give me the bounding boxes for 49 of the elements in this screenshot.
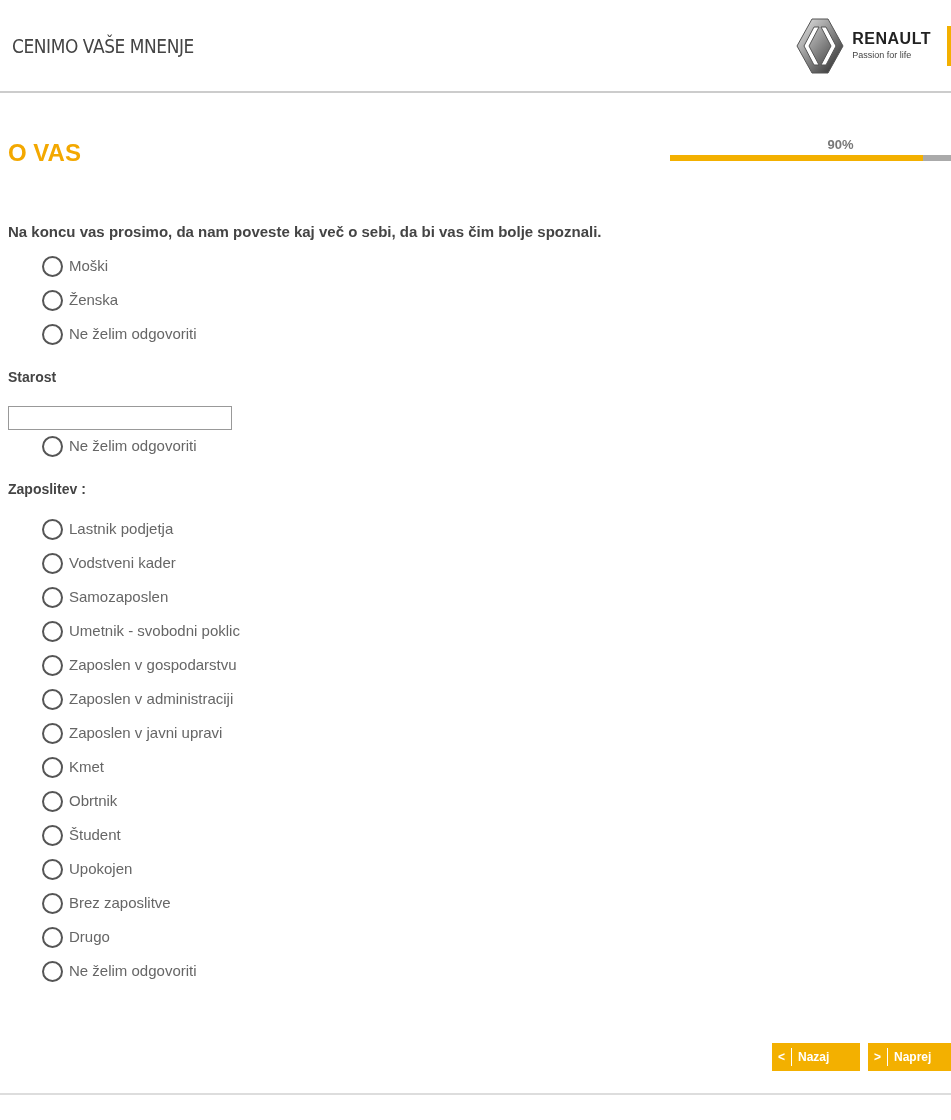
question-label: Starost [8, 367, 58, 387]
option-label: Zaposlen v administraciji [69, 689, 234, 710]
radio-button[interactable] [42, 791, 63, 812]
radio-button[interactable] [42, 655, 63, 676]
radio-button[interactable] [42, 436, 63, 457]
radio-button[interactable] [42, 587, 63, 608]
age-input-field[interactable] [8, 405, 232, 430]
nav-button[interactable]: > Naprej [868, 1042, 951, 1071]
radio-button[interactable] [42, 256, 63, 277]
radio-button[interactable] [42, 519, 63, 540]
radio-button[interactable] [42, 961, 63, 982]
option-label: Upokojen [69, 859, 133, 880]
option-label: Ne želim odgovoriti [69, 324, 197, 345]
option-label: Vodstveni kader [69, 553, 176, 574]
option-label: Študent [69, 825, 121, 846]
radio-button[interactable] [42, 825, 63, 846]
option-label: Zaposlen v gospodarstvu [69, 655, 237, 676]
radio-button[interactable] [42, 757, 63, 778]
progress-label: 90% [826, 136, 855, 154]
option-label: Ne želim odgovoriti [69, 436, 197, 457]
radio-button[interactable] [42, 723, 63, 744]
option-label: Kmet [69, 757, 104, 778]
option-label: Lastnik podjetja [69, 519, 174, 540]
section-title: O VAS [8, 138, 81, 168]
option-label: Ne želim odgovoriti [69, 961, 197, 982]
radio-button[interactable] [42, 859, 63, 880]
option-label: Zaposlen v javni upravi [69, 723, 223, 744]
radio-button[interactable] [42, 621, 63, 642]
option-label: Brez zaposlitve [69, 893, 171, 914]
brand-tagline: Passion for life [852, 51, 913, 60]
accent-bar [947, 25, 951, 66]
question-label: Zaposlitev : [8, 479, 87, 499]
radio-button[interactable] [42, 689, 63, 710]
radio-button[interactable] [42, 893, 63, 914]
option-label: Obrtnik [69, 791, 118, 812]
intro-text: Na koncu vas prosimo, da nam poveste kaj več o sebi, da bi vas čim bolje spoznali. [8, 222, 603, 242]
radio-button[interactable] [42, 324, 63, 345]
radio-button[interactable] [42, 927, 63, 948]
page-title: CENIMO VAŠE MNENJE [12, 32, 194, 60]
option-label: Umetnik - svobodni poklic [69, 621, 240, 642]
nav-button[interactable]: < Nazaj [772, 1042, 860, 1071]
option-label: Ženska [69, 290, 119, 311]
radio-button[interactable] [42, 553, 63, 574]
brand-name: RENAULT [852, 31, 931, 47]
diamond-logo-icon [796, 16, 845, 75]
option-label: Drugo [69, 927, 110, 948]
option-label: Samozaposlen [69, 587, 169, 608]
option-label: Moški [69, 256, 109, 277]
radio-button[interactable] [42, 290, 63, 311]
